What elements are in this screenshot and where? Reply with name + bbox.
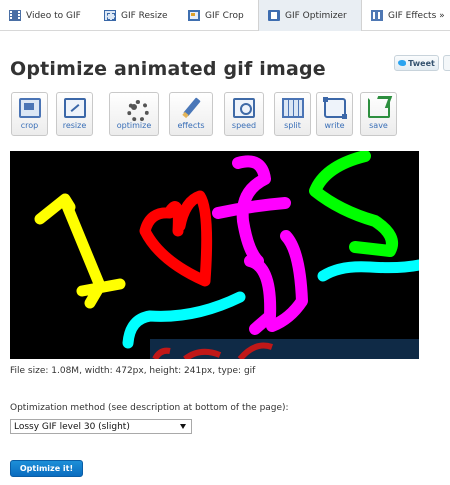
page-title: Optimize animated gif image	[10, 58, 326, 80]
tab-label: GIF Crop	[205, 10, 244, 21]
tool-label: save	[369, 121, 388, 130]
crop-icon	[188, 10, 200, 21]
gif-artwork	[10, 151, 419, 359]
top-navigation: Video to GIF GIF Resize GIF Crop GIF Opt…	[0, 0, 450, 31]
tab-gif-effects[interactable]: GIF Effects »	[371, 0, 445, 31]
twitter-bird-icon	[398, 60, 407, 66]
tab-label: GIF Resize	[121, 10, 168, 21]
optimization-method-select[interactable]: Lossy GIF level 30 (slight)	[10, 419, 192, 434]
effects-tool-button[interactable]: effects	[169, 92, 213, 136]
tool-label: effects	[177, 121, 205, 130]
speed-tool-button[interactable]: speed	[224, 92, 264, 136]
tool-toolbar: crop resize optimize effects speed split…	[11, 92, 401, 137]
tweet-button[interactable]: Tweet	[394, 55, 439, 71]
chevron-down-icon	[180, 424, 186, 429]
tab-gif-crop[interactable]: GIF Crop	[188, 0, 244, 31]
save-icon	[367, 98, 390, 118]
method-selected-value: Lossy GIF level 30 (slight)	[14, 421, 130, 432]
optimize-tool-button[interactable]: optimize	[109, 92, 159, 136]
tool-label: resize	[62, 121, 87, 130]
tool-label: split	[284, 121, 301, 130]
tab-gif-resize[interactable]: GIF Resize	[104, 0, 168, 31]
optimizer-icon	[268, 10, 280, 21]
gif-preview-image	[10, 151, 419, 359]
crop-icon	[18, 98, 41, 118]
gear-icon	[123, 98, 149, 122]
save-tool-button[interactable]: save	[360, 92, 397, 136]
crop-tool-button[interactable]: crop	[11, 92, 48, 136]
resize-icon	[104, 10, 116, 21]
write-tool-button[interactable]: write	[316, 92, 353, 136]
pen-icon	[180, 98, 202, 118]
speed-icon	[233, 98, 255, 118]
share-count-button[interactable]	[443, 55, 450, 71]
tab-video-to-gif[interactable]: Video to GIF	[9, 0, 81, 31]
tab-label: GIF Optimizer	[285, 10, 347, 21]
resize-tool-button[interactable]: resize	[56, 92, 93, 136]
split-tool-button[interactable]: split	[274, 92, 311, 136]
file-info-text: File size: 1.08M, width: 472px, height: …	[10, 366, 256, 376]
tab-gif-optimizer[interactable]: GIF Optimizer	[258, 0, 362, 31]
filmstrip-icon	[281, 98, 304, 118]
tweet-label: Tweet	[408, 58, 435, 68]
film-icon	[9, 10, 21, 21]
tab-label: Video to GIF	[26, 10, 81, 21]
tab-label: GIF Effects »	[388, 10, 445, 21]
tool-label: optimize	[116, 121, 152, 130]
tool-label: speed	[231, 121, 257, 130]
tool-label: crop	[20, 121, 39, 130]
effects-icon	[371, 10, 383, 21]
method-label: Optimization method (see description at …	[10, 403, 289, 413]
tool-label: write	[324, 121, 345, 130]
write-icon	[322, 97, 347, 119]
optimize-submit-button[interactable]: Optimize it!	[10, 460, 83, 477]
resize-icon	[63, 98, 86, 118]
